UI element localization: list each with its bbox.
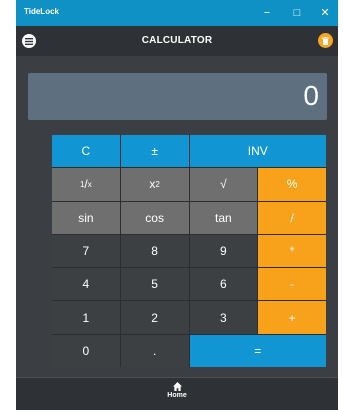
digit-9-button[interactable]: 9 (189, 234, 258, 268)
trash-icon (322, 36, 329, 45)
digit-7-button[interactable]: 7 (52, 234, 120, 268)
minimize-button[interactable]: − (254, 0, 280, 26)
digit-2-button[interactable]: 2 (120, 301, 189, 334)
digit-1-button[interactable]: 1 (52, 301, 120, 334)
window-titlebar: TideLock − □ ✕ (16, 0, 338, 26)
plus-button[interactable]: + (258, 301, 326, 334)
maximize-button[interactable]: □ (284, 0, 310, 26)
digit-0-button[interactable]: 0 (52, 334, 120, 367)
square-exponent: 2 (155, 179, 160, 189)
nav-home[interactable]: Home (16, 382, 338, 399)
clear-button[interactable]: C (52, 135, 120, 168)
cos-button[interactable]: cos (120, 201, 189, 234)
sin-button[interactable]: sin (52, 201, 120, 234)
equals-button[interactable]: = (189, 334, 326, 367)
app-header: CALCULATOR (16, 26, 338, 56)
digit-4-button[interactable]: 4 (52, 268, 120, 301)
digit-8-button[interactable]: 8 (120, 234, 189, 268)
decimal-point-button[interactable]: . (120, 334, 189, 367)
divide-button[interactable]: / (258, 201, 326, 234)
digit-5-button[interactable]: 5 (120, 268, 189, 301)
delete-button[interactable] (318, 33, 333, 48)
home-icon (172, 382, 182, 391)
display-value: 0 (303, 80, 319, 111)
tan-button[interactable]: tan (189, 201, 258, 234)
nav-home-label: Home (167, 392, 187, 399)
multiply-button[interactable]: * (258, 234, 326, 268)
keypad: C ± INV 1/x x2 √ % sin cos tan / 7 8 9 *… (52, 135, 326, 367)
close-button[interactable]: ✕ (312, 0, 338, 26)
reciprocal-button[interactable]: 1/x (52, 168, 120, 201)
sqrt-button[interactable]: √ (189, 168, 258, 201)
reciprocal-numerator: 1 (79, 179, 85, 189)
reciprocal-denominator: x (87, 179, 92, 189)
minus-button[interactable]: - (258, 268, 326, 301)
percent-button[interactable]: % (258, 168, 326, 201)
calculator-display: 0 (28, 73, 327, 120)
digit-6-button[interactable]: 6 (189, 268, 258, 301)
app-window: TideLock − □ ✕ CALCULATOR 0 C ± INV 1 / … (16, 0, 338, 410)
bottom-navigation: Home (16, 377, 338, 410)
inverse-button[interactable]: INV (189, 135, 326, 168)
sign-toggle-button[interactable]: ± (120, 135, 189, 168)
digit-3-button[interactable]: 3 (189, 301, 258, 334)
square-button[interactable]: x2 (120, 168, 189, 201)
window-title: TideLock (24, 7, 59, 16)
page-title: CALCULATOR (141, 35, 213, 46)
